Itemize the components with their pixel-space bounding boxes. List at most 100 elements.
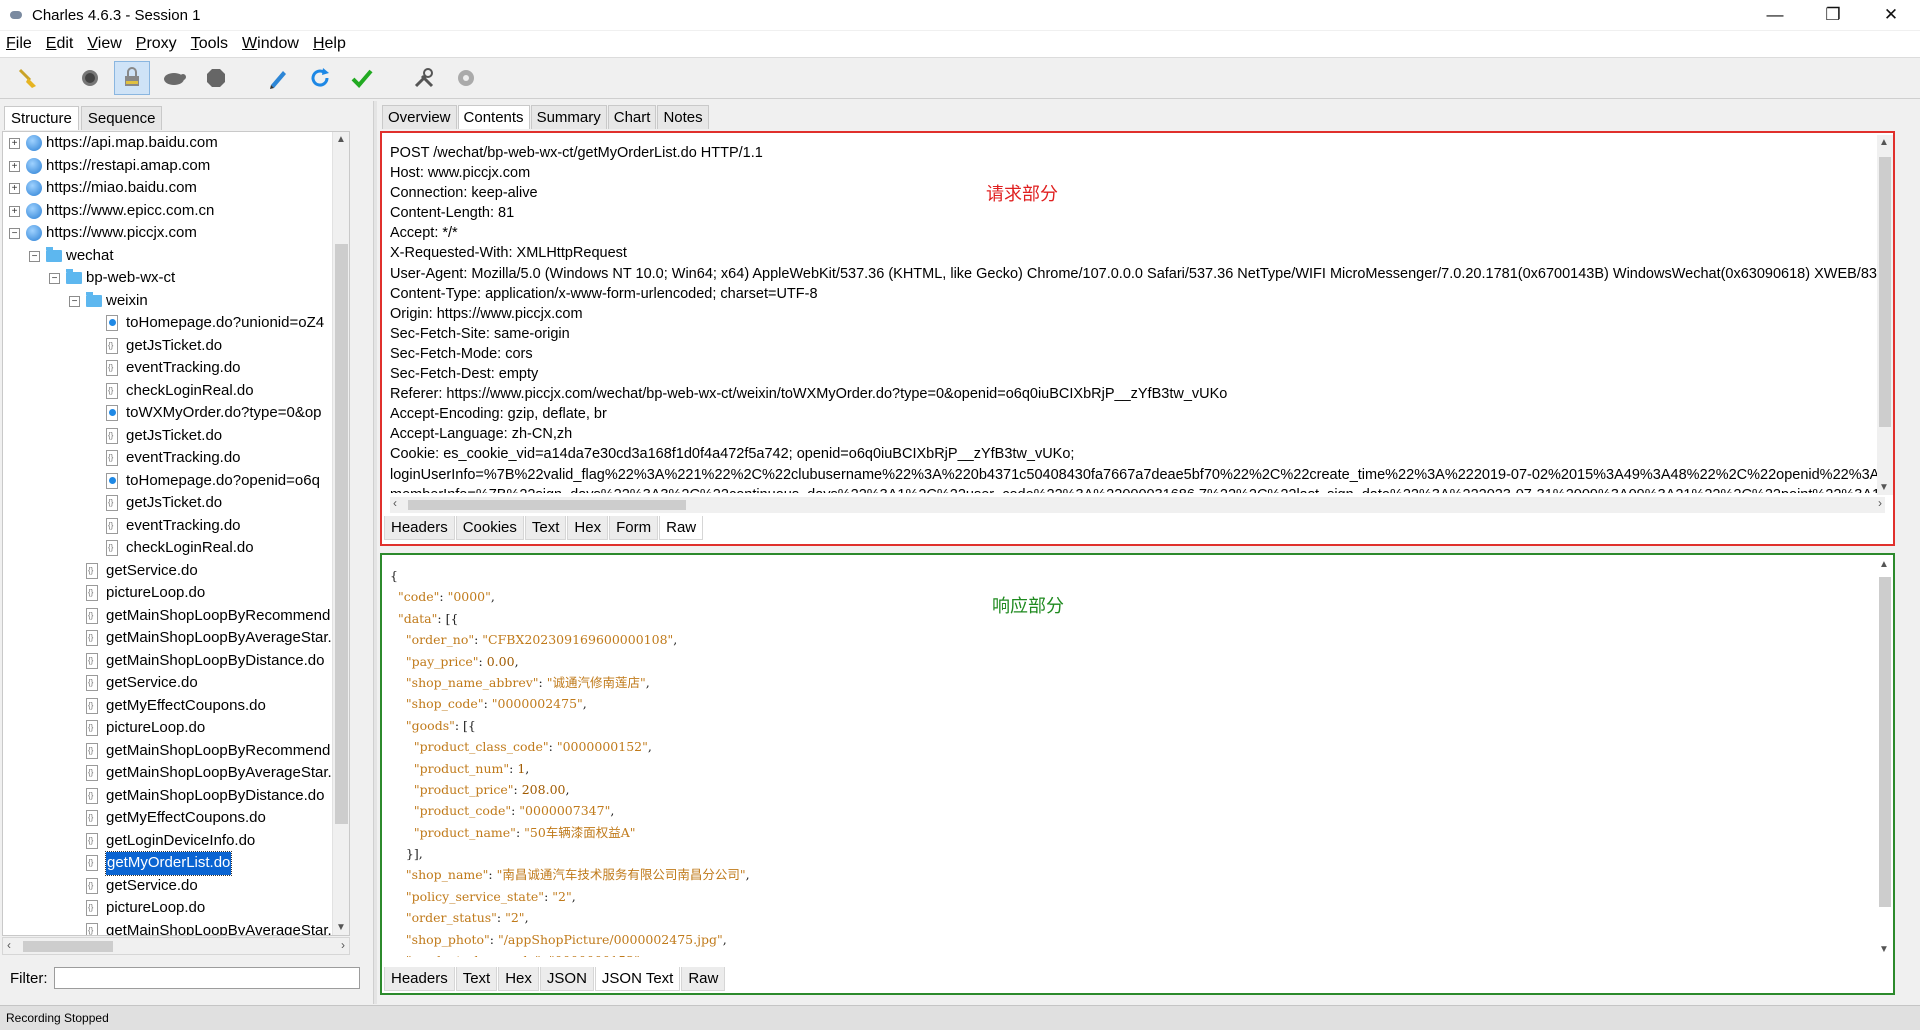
tree-node-label[interactable]: getMyEffectCoupons.do: [106, 695, 266, 718]
tree-node[interactable]: getMainShopLoopByAverageStar.: [3, 762, 349, 785]
panel-splitter[interactable]: [373, 101, 377, 1004]
tree-node[interactable]: getService.do: [3, 672, 349, 695]
response-tab-headers[interactable]: Headers: [384, 967, 455, 991]
broom-icon[interactable]: [10, 61, 46, 95]
expand-icon[interactable]: +: [9, 183, 20, 194]
tree-node[interactable]: getMyOrderList.do: [3, 851, 349, 876]
compose-icon[interactable]: [260, 61, 296, 95]
tree-node-label[interactable]: https://miao.baidu.com: [46, 177, 197, 200]
tree-node-label[interactable]: pictureLoop.do: [106, 582, 205, 605]
request-tab-headers[interactable]: Headers: [384, 516, 455, 540]
expand-icon[interactable]: +: [9, 160, 20, 172]
scroll-right-icon[interactable]: ›: [341, 938, 345, 952]
tree-node-label[interactable]: pictureLoop.do: [106, 897, 205, 920]
tree-node-label[interactable]: https://restapi.amap.com: [46, 155, 210, 178]
tree-node-label[interactable]: eventTracking.do: [126, 357, 241, 380]
tree-node-label[interactable]: https://www.epicc.com.cn: [46, 200, 214, 223]
maximize-button[interactable]: ❐: [1804, 0, 1862, 30]
menu-item[interactable]: Tools: [191, 35, 228, 53]
tree-node-label[interactable]: getMainShopLoopByDistance.do: [106, 650, 324, 673]
tree-node[interactable]: getMainShopLoopByDistance.do: [3, 785, 349, 808]
tree-node-label[interactable]: toWXMyOrder.do?type=0&op: [126, 402, 322, 425]
scroll-down-icon[interactable]: ▼: [1879, 482, 1889, 493]
menu-item[interactable]: Window: [242, 35, 299, 53]
request-scroll-thumb[interactable]: [1879, 157, 1891, 427]
expand-icon[interactable]: +: [9, 205, 20, 217]
tree-node[interactable]: + https://api.map.baidu.com: [3, 132, 349, 155]
expand-icon[interactable]: +: [9, 138, 20, 149]
tree-node[interactable]: getMainShopLoopByRecommend: [3, 740, 349, 763]
tree-node[interactable]: − weixin: [3, 290, 349, 313]
tree-node[interactable]: eventTracking.do: [3, 515, 349, 538]
response-tab-raw[interactable]: Raw: [681, 967, 726, 991]
tree-node[interactable]: getMainShopLoopByRecommend: [3, 605, 349, 628]
repeat-icon[interactable]: [302, 61, 338, 95]
tree-node[interactable]: getJsTicket.do: [3, 425, 349, 448]
response-tab-hex[interactable]: Hex: [498, 967, 539, 991]
collapse-icon[interactable]: −: [69, 295, 80, 307]
menu-item[interactable]: View: [87, 35, 121, 53]
tree-node[interactable]: + https://miao.baidu.com: [3, 177, 349, 200]
close-button[interactable]: ✕: [1862, 0, 1920, 30]
tab-sequence[interactable]: Sequence: [80, 106, 163, 130]
tab-overview[interactable]: Overview: [382, 105, 457, 129]
tab-contents[interactable]: Contents: [457, 105, 530, 129]
tools-icon[interactable]: [406, 61, 442, 95]
tree-node-label[interactable]: getMainShopLoopByRecommend: [106, 740, 330, 763]
tree-node[interactable]: + https://www.epicc.com.cn: [3, 200, 349, 223]
tree-node-label[interactable]: getMyEffectCoupons.do: [106, 807, 266, 830]
response-tab-json[interactable]: JSON: [539, 967, 594, 991]
tree-node[interactable]: pictureLoop.do: [3, 717, 349, 740]
tree-horizontal-scrollbar[interactable]: ‹ ›: [2, 937, 350, 955]
tree-node[interactable]: − wechat: [3, 245, 349, 268]
scroll-down-icon[interactable]: ▼: [1879, 944, 1889, 955]
tree-node[interactable]: + https://restapi.amap.com: [3, 155, 349, 178]
tree-node[interactable]: − https://www.piccjx.com: [3, 222, 349, 245]
tree-node-label[interactable]: getService.do: [106, 875, 198, 898]
settings-icon[interactable]: [448, 61, 484, 95]
request-tab-cookies[interactable]: Cookies: [455, 516, 524, 540]
tree-scroll-thumb[interactable]: [335, 244, 348, 824]
collapse-icon[interactable]: −: [9, 228, 20, 239]
tree-node[interactable]: getMyEffectCoupons.do: [3, 807, 349, 830]
tree-node[interactable]: getJsTicket.do: [3, 492, 349, 515]
tree-node[interactable]: getMainShopLoopByAverageStar.: [3, 920, 349, 935]
record-icon[interactable]: [72, 61, 108, 95]
tab-summary[interactable]: Summary: [530, 105, 607, 129]
tree-node[interactable]: toWXMyOrder.do?type=0&op: [3, 402, 349, 425]
scroll-right-icon[interactable]: ›: [1878, 496, 1882, 510]
tree-node[interactable]: eventTracking.do: [3, 357, 349, 380]
tree-node-label[interactable]: wechat: [66, 245, 114, 268]
tree-node-label[interactable]: weixin: [106, 290, 148, 313]
response-tab-text[interactable]: Text: [455, 967, 498, 991]
tree-node-label[interactable]: checkLoginReal.do: [126, 380, 254, 403]
tab-chart[interactable]: Chart: [607, 105, 657, 129]
request-vertical-scrollbar[interactable]: ▲ ▼: [1877, 135, 1893, 495]
tree-node-label[interactable]: getService.do: [106, 560, 198, 583]
tree-node-label[interactable]: toHomepage.do?unionid=oZ4: [126, 312, 324, 335]
ssl-proxy-icon[interactable]: [114, 61, 150, 95]
tree-node-label[interactable]: getMyOrderList.do: [104, 851, 233, 876]
request-tab-hex[interactable]: Hex: [567, 516, 609, 540]
tree-node-label[interactable]: https://www.piccjx.com: [46, 222, 197, 245]
tree-node[interactable]: getLoginDeviceInfo.do: [3, 830, 349, 853]
tree-node-label[interactable]: eventTracking.do: [126, 515, 241, 538]
response-vertical-scrollbar[interactable]: ▲ ▼: [1877, 557, 1893, 957]
tree-node[interactable]: getMainShopLoopByAverageStar.: [3, 627, 349, 650]
menu-item[interactable]: File: [6, 35, 32, 53]
menu-item[interactable]: Edit: [46, 35, 74, 53]
request-hscroll-thumb[interactable]: [408, 500, 686, 510]
tree-node-label[interactable]: https://api.map.baidu.com: [46, 132, 218, 155]
tree-node[interactable]: getMyEffectCoupons.do: [3, 695, 349, 718]
response-scroll-thumb[interactable]: [1879, 577, 1891, 907]
menu-item[interactable]: Proxy: [136, 35, 177, 53]
tree-node[interactable]: checkLoginReal.do: [3, 537, 349, 560]
tree-node-label[interactable]: getJsTicket.do: [126, 335, 222, 358]
tree-node-label[interactable]: getJsTicket.do: [126, 492, 222, 515]
tree-node-label[interactable]: getService.do: [106, 672, 198, 695]
tree-node[interactable]: pictureLoop.do: [3, 897, 349, 920]
scroll-up-icon[interactable]: ▲: [1879, 559, 1889, 570]
tree-node-label[interactable]: getMainShopLoopByRecommend: [106, 605, 330, 628]
tree-node-label[interactable]: getMainShopLoopByAverageStar.: [106, 627, 332, 650]
scroll-up-icon[interactable]: ▲: [336, 134, 346, 145]
